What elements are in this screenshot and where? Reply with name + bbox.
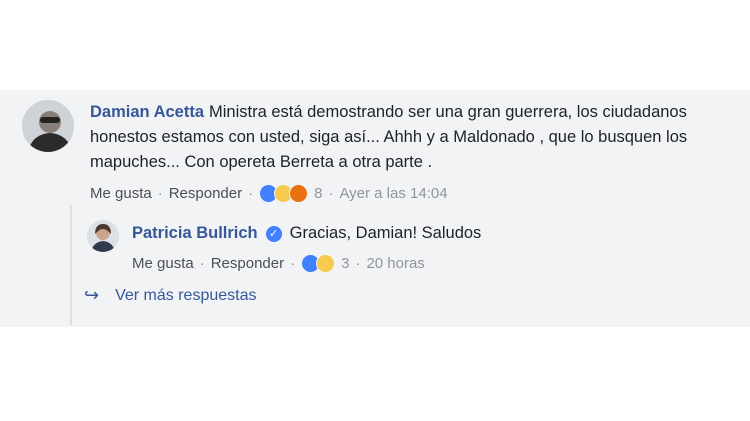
separator-dot: · (157, 185, 163, 202)
reply-thread-line (70, 205, 72, 325)
avatar[interactable] (87, 220, 119, 252)
avatar[interactable] (22, 100, 74, 152)
reactions-summary[interactable] (301, 254, 336, 273)
separator-dot: · (199, 255, 205, 272)
reply-link[interactable]: Responder (169, 185, 242, 202)
like-link[interactable]: Me gusta (132, 255, 194, 272)
sad-reaction-icon (316, 254, 336, 273)
reply-arrow-icon: ↪ (84, 285, 100, 306)
reply-actions: Me gusta · Responder · 3 · 20 horas (132, 254, 425, 273)
comment-actions: Me gusta · Responder · 8 · Ayer a las 14… (90, 184, 448, 203)
verified-badge-icon: ✓ (265, 225, 282, 242)
reply-author-link[interactable]: Patricia Bullrich (132, 221, 258, 246)
reactions-summary[interactable] (259, 184, 309, 203)
reaction-count[interactable]: 8 (314, 185, 322, 202)
more-replies-label: Ver más respuestas (115, 286, 257, 304)
reply-link[interactable]: Responder (211, 255, 284, 272)
comment-body: Damian Acetta Ministra está demostrando s… (90, 100, 740, 175)
timestamp[interactable]: 20 horas (366, 255, 424, 272)
timestamp[interactable]: Ayer a las 14:04 (339, 185, 447, 202)
like-link[interactable]: Me gusta (90, 185, 152, 202)
comment-author-link[interactable]: Damian Acetta (90, 103, 204, 121)
separator-dot: · (290, 255, 296, 272)
separator-dot: · (328, 185, 334, 202)
more-replies-link[interactable]: ↪ Ver más respuestas (84, 285, 257, 306)
reply-body: Patricia Bullrich ✓ Gracias, Damian! Sal… (132, 221, 481, 246)
angry-reaction-icon (289, 184, 309, 203)
separator-dot: · (248, 185, 254, 202)
separator-dot: · (355, 255, 361, 272)
reaction-count[interactable]: 3 (341, 255, 349, 272)
reply-text: Gracias, Damian! Saludos (289, 224, 482, 242)
